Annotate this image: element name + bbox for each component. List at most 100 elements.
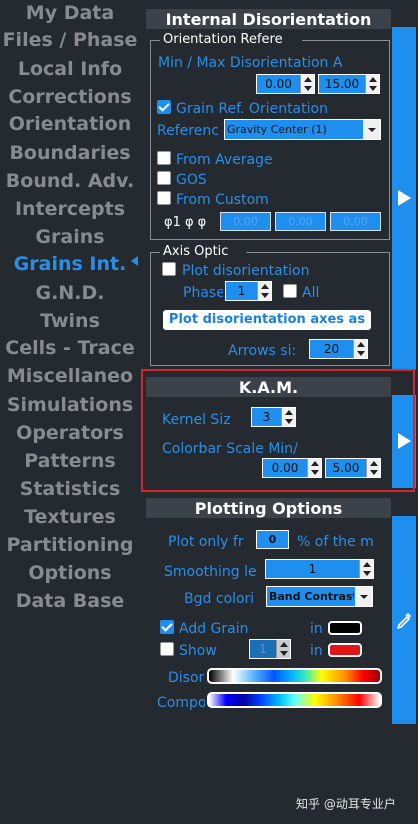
from-average-checkbox[interactable] <box>157 151 171 165</box>
plot-only-field[interactable]: 0 <box>256 530 289 549</box>
nav-item-cells-trace[interactable]: Cells - Trace <box>0 335 140 361</box>
euler-angles-label: φ1 φ φ <box>164 215 207 230</box>
kam-highlight-frame <box>141 369 415 492</box>
disorientation-colormap-bar[interactable] <box>207 668 382 684</box>
internal-title: Internal Disorientation <box>165 10 372 29</box>
component-colormap-bar[interactable] <box>207 692 382 708</box>
bgd-coloring-value: Band Contrast <box>269 590 354 603</box>
nav-item-partitioning[interactable]: Partitioning <box>0 532 140 558</box>
grain-ref-label: Grain Ref. Orientation <box>176 101 328 117</box>
chevron-down-icon <box>355 587 372 606</box>
phase-spinbox[interactable]: 1 <box>225 281 272 301</box>
nav-item-intercepts[interactable]: Intercepts <box>0 196 140 222</box>
arrows-size-spinbox[interactable]: 20 <box>309 339 368 359</box>
from-average-label: From Average <box>176 152 273 168</box>
show-label: Show <box>179 643 217 659</box>
spin-up-icon <box>363 562 371 567</box>
phase-label: Phase <box>183 285 223 301</box>
show-checkbox[interactable] <box>160 642 174 656</box>
component-colormap-label: Compo <box>157 695 205 711</box>
spin-down-icon <box>280 651 288 656</box>
bgd-coloring-label: Bgd colori <box>184 591 255 607</box>
reference-combo[interactable]: Gravity Center (1) <box>224 119 381 140</box>
euler-phi2-field[interactable]: 0.00 <box>330 212 381 231</box>
nav-item-simulations[interactable]: Simulations <box>0 392 140 418</box>
min-max-disorientation-label: Min / Max Disorientation A <box>158 55 343 71</box>
nav-item-miscellaneous[interactable]: Miscellaneo <box>0 363 140 389</box>
plot-disorientation-checkbox[interactable] <box>162 262 176 276</box>
nav-item-grains-int[interactable]: Grains Int. <box>0 251 140 277</box>
add-grain-color-swatch[interactable] <box>328 621 362 635</box>
nav-item-bound-adv[interactable]: Bound. Adv. <box>0 168 140 194</box>
show-in-label: in <box>310 643 323 659</box>
spin-down-icon <box>363 571 371 576</box>
disorientation-colormap-label: Disor <box>168 670 204 686</box>
nav-item-options[interactable]: Options <box>0 560 140 586</box>
add-grain-in-label: in <box>310 621 323 637</box>
show-spinbox[interactable]: 1 <box>249 639 291 659</box>
nav-item-patterns[interactable]: Patterns <box>0 448 140 474</box>
plot-disorientation-label: Plot disorientation <box>182 263 310 279</box>
show-color-swatch[interactable] <box>328 643 362 657</box>
reference-value: Gravity Center (1) <box>227 123 327 136</box>
euler-phi1-field[interactable]: 0.00 <box>220 212 271 231</box>
bgd-coloring-combo[interactable]: Band Contrast <box>266 586 373 607</box>
spin-up-icon <box>369 77 377 82</box>
plot-axes-button[interactable]: Plot disorientation axes as <box>163 310 371 330</box>
nav-item-gnd[interactable]: G.N.D. <box>0 280 140 306</box>
phase-value: 1 <box>237 284 246 298</box>
all-phases-label: All <box>302 285 320 301</box>
add-grain-label: Add Grain <box>179 621 249 637</box>
active-indicator-icon <box>131 256 138 266</box>
arrows-size-label: Arrows si: <box>228 343 297 359</box>
nav-item-operators[interactable]: Operators <box>0 420 140 446</box>
spin-buttons[interactable] <box>359 560 373 578</box>
all-phases-checkbox[interactable] <box>283 284 297 298</box>
spin-down-icon <box>357 351 365 356</box>
nav-item-files-phase[interactable]: Files / Phase <box>0 27 140 53</box>
gos-checkbox[interactable] <box>157 171 171 185</box>
show-value: 1 <box>259 642 267 656</box>
min-disorientation-spinbox[interactable]: 0.00 <box>256 74 315 94</box>
nav-item-twins[interactable]: Twins <box>0 308 140 334</box>
nav-item-textures[interactable]: Textures <box>0 504 140 530</box>
spin-up-icon <box>357 342 365 347</box>
spin-down-icon <box>261 293 269 298</box>
euler-phi-field[interactable]: 0.00 <box>275 212 326 231</box>
max-disorientation-value: 15.00 <box>324 77 360 91</box>
from-custom-label: From Custom <box>176 192 269 208</box>
pencil-icon <box>397 612 412 629</box>
watermark-text: 知乎 @动耳专业户 <box>296 797 396 811</box>
from-custom-checkbox[interactable] <box>157 191 171 205</box>
spin-buttons[interactable] <box>353 340 367 358</box>
smoothing-label: Smoothing le <box>164 564 257 580</box>
spin-buttons[interactable] <box>365 75 379 93</box>
spin-buttons[interactable] <box>276 640 290 658</box>
plotting-side-bar[interactable] <box>392 516 416 724</box>
spin-buttons[interactable] <box>257 282 271 300</box>
plot-only-label: Plot only fr <box>168 534 244 550</box>
spin-down-icon <box>304 86 312 91</box>
spin-up-icon <box>261 284 269 289</box>
internal-side-bar[interactable] <box>392 27 416 370</box>
nav-item-statistics[interactable]: Statistics <box>0 476 140 502</box>
grain-ref-checkbox[interactable] <box>157 100 171 114</box>
smoothing-spinbox[interactable]: 1 <box>265 559 374 579</box>
nav-item-my-data[interactable]: My Data <box>0 0 140 26</box>
nav-item-orientation[interactable]: Orientation <box>0 111 140 137</box>
gos-label: GOS <box>176 172 207 188</box>
chevron-down-icon <box>363 120 380 139</box>
nav-item-local-info[interactable]: Local Info <box>0 56 140 82</box>
spin-up-icon <box>280 642 288 647</box>
spin-down-icon <box>369 86 377 91</box>
nav-item-grains[interactable]: Grains <box>0 224 140 250</box>
nav-item-boundaries[interactable]: Boundaries <box>0 140 140 166</box>
max-disorientation-spinbox[interactable]: 15.00 <box>318 74 380 94</box>
spin-buttons[interactable] <box>300 75 314 93</box>
nav-item-corrections[interactable]: Corrections <box>0 84 140 110</box>
play-icon <box>398 190 411 206</box>
plot-only-suffix: % of the m <box>297 534 374 550</box>
add-grain-checkbox[interactable] <box>160 620 174 634</box>
orientation-reference-legend: Orientation Refere <box>160 33 302 47</box>
nav-item-data-base[interactable]: Data Base <box>0 588 140 614</box>
